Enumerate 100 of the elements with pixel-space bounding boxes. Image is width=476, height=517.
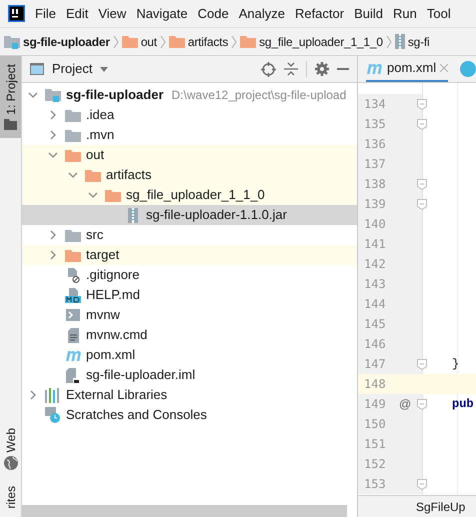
ignored-file-icon: [66, 268, 80, 282]
horizontal-scrollbar[interactable]: [22, 505, 347, 517]
tree-item[interactable]: .idea: [22, 105, 357, 125]
tree-item-label: Scratches and Consoles: [66, 406, 207, 424]
maven-icon: [366, 62, 383, 74]
chevron-right-icon[interactable]: [28, 390, 38, 400]
folder-icon: [105, 188, 121, 202]
tree-item[interactable]: pom.xml: [22, 345, 357, 365]
module-folder-icon: [4, 34, 20, 48]
annotation-marker: @: [399, 396, 412, 413]
separator-icon: [112, 34, 119, 48]
tree-item-label: .gitignore: [86, 266, 140, 284]
fold-icon[interactable]: [417, 98, 427, 110]
line-number: 140: [364, 216, 387, 233]
folder-icon: [4, 118, 17, 130]
breadcrumb-item[interactable]: sg-file-uploader: [23, 32, 110, 50]
line-number: 134: [364, 96, 387, 113]
tree-item[interactable]: target: [22, 245, 357, 265]
menu-item[interactable]: Edit: [66, 4, 88, 24]
line-number: 147: [364, 356, 387, 373]
tree-item-label: .idea: [86, 106, 114, 124]
tree-item-label: sg-file-uploader: [66, 86, 164, 104]
fold-icon[interactable]: [417, 198, 427, 210]
fold-icon[interactable]: [417, 118, 427, 130]
menu-item[interactable]: Refactor: [294, 4, 344, 24]
side-tab[interactable]: Web: [0, 420, 21, 478]
scratches-icon: [45, 407, 61, 423]
panel-title[interactable]: Project: [52, 59, 92, 79]
tree-item[interactable]: HELP.md: [22, 285, 357, 305]
menu-item[interactable]: File: [35, 4, 56, 24]
folder-icon: [168, 35, 185, 48]
line-number: 138: [364, 176, 387, 193]
tree-item-label: artifacts: [106, 166, 152, 184]
module-file-icon: [66, 368, 80, 382]
breadcrumb-item[interactable]: sg-fi: [408, 32, 430, 50]
tree-item[interactable]: mvnw.cmd: [22, 325, 357, 345]
tree-item-label: pom.xml: [86, 346, 136, 364]
line-number: 144: [364, 296, 387, 313]
line-number: 142: [364, 256, 387, 273]
folder-icon: [240, 35, 256, 48]
tree-item[interactable]: sg_file_uploader_1_1_0: [22, 185, 357, 205]
code-text: }: [452, 356, 460, 373]
tree-item[interactable]: .gitignore: [22, 265, 357, 285]
tree-item[interactable]: artifacts: [22, 165, 357, 185]
tree-item[interactable]: out: [22, 145, 357, 165]
breadcrumb-item[interactable]: artifacts: [188, 32, 228, 50]
side-tab[interactable]: 1: Project: [0, 56, 21, 138]
side-tab[interactable]: rites: [0, 478, 21, 517]
tree-item-label: out: [86, 146, 104, 164]
fold-icon[interactable]: [417, 478, 427, 490]
tree-item[interactable]: Scratches and Consoles: [22, 405, 357, 425]
tree-item-label: sg-file-uploader-1.1.0.jar: [146, 206, 287, 224]
folder-icon: [65, 228, 81, 242]
breadcrumb-item[interactable]: out: [140, 32, 157, 50]
folder-icon: [122, 35, 138, 48]
menu-item[interactable]: Run: [393, 4, 417, 24]
script-file-icon: [66, 309, 80, 321]
tree-item[interactable]: sg-file-uploader D:\wave12_project\sg-file-upload: [22, 85, 357, 105]
menu-item[interactable]: Code: [198, 4, 229, 24]
tree-item[interactable]: sg-file-uploader-1.1.0.jar: [22, 205, 357, 225]
line-number: 151: [364, 436, 387, 453]
tree-item-label: mvnw.cmd: [86, 326, 148, 344]
tree-item[interactable]: .mvn: [22, 125, 357, 145]
tree-item-label: .mvn: [86, 126, 114, 144]
folder-icon: [65, 108, 81, 122]
tree-item[interactable]: External Libraries: [22, 385, 357, 405]
menu-item[interactable]: Navigate: [136, 4, 188, 24]
tree-item-label: HELP.md: [86, 286, 140, 304]
maven-icon: [64, 349, 82, 361]
settings-icon[interactable]: [315, 62, 329, 76]
fold-icon[interactable]: [417, 178, 427, 190]
line-number: 152: [364, 456, 387, 473]
close-icon[interactable]: [440, 64, 448, 72]
menu-item[interactable]: Analyze: [238, 4, 285, 24]
caret-icon[interactable]: [100, 66, 108, 72]
tree-item-label: External Libraries: [66, 386, 168, 404]
line-number: 135: [364, 116, 387, 133]
libraries-icon: [45, 388, 61, 402]
collapse-all-icon[interactable]: [284, 62, 298, 76]
fold-icon[interactable]: [417, 358, 427, 370]
folder-icon: [65, 128, 81, 142]
tree-item[interactable]: sg-file-uploader.iml: [22, 365, 357, 385]
chevron-down-icon[interactable]: [28, 90, 38, 100]
fold-icon[interactable]: [417, 398, 427, 410]
separator-icon: [160, 34, 166, 48]
locate-icon[interactable]: [261, 62, 276, 76]
text-file-icon: [68, 328, 78, 342]
line-number: 148: [364, 376, 387, 393]
line-number: 136: [364, 136, 387, 153]
separator-icon: [386, 34, 392, 48]
app-logo-icon: [8, 5, 25, 22]
tree-item[interactable]: mvnw: [22, 305, 357, 325]
menu-item[interactable]: View: [98, 4, 126, 24]
breadcrumb-item[interactable]: sg_file_uploader_1_1_0: [259, 32, 383, 50]
class-icon[interactable]: [460, 61, 476, 77]
tree-item[interactable]: src: [22, 225, 357, 245]
tree-item-label: target: [86, 246, 120, 264]
menu-item[interactable]: Tool: [426, 4, 451, 24]
menu-item[interactable]: Build: [354, 4, 384, 24]
folder-icon: [65, 248, 81, 262]
